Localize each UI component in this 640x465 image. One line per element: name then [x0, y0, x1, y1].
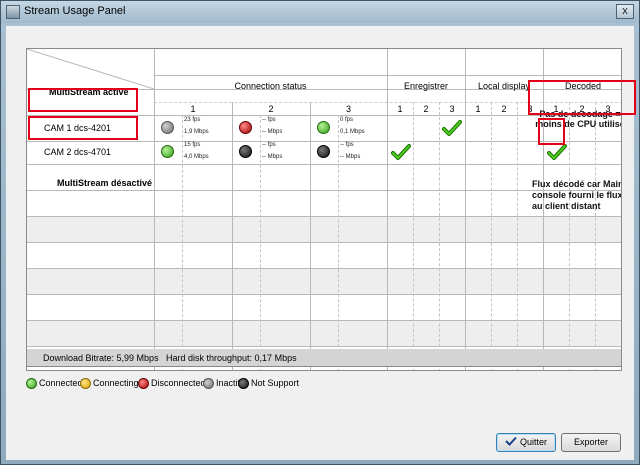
download-bitrate: Download Bitrate: 5,99 Mbps — [43, 353, 159, 363]
cam2-stream3-bitrate: -- Mbps — [340, 154, 361, 160]
conn-col-3: 3 — [345, 104, 351, 114]
divider — [465, 49, 466, 370]
legend-label: Inactif — [216, 378, 241, 388]
cam2-stream1-bitrate: 4,0 Mbps — [184, 154, 209, 160]
cam2-stream2-fps: -- fps — [262, 142, 276, 148]
cam1-stream3-bitrate: 0,1 Mbps — [340, 129, 365, 135]
divider — [154, 49, 155, 370]
cam1-stream1-bitrate: 1,9 Mbps — [184, 129, 209, 135]
title-bar[interactable]: Stream Usage Panel x — [1, 1, 639, 23]
connection-status-header: Connection status — [234, 81, 307, 91]
table-row — [27, 268, 621, 294]
divider — [27, 141, 621, 142]
export-label: Exporter — [573, 437, 608, 447]
divider — [154, 75, 621, 76]
legend-label: Connected — [39, 378, 83, 388]
cam2-stream1-fps: 15 fps — [184, 142, 201, 148]
table-row — [27, 216, 621, 242]
disconnected-icon — [138, 378, 149, 389]
cam2-name[interactable]: CAM 2 dcs-4701 — [44, 147, 111, 157]
cam1-stream2-bitrate: -- Mbps — [262, 129, 283, 135]
decoded-highlight-box — [538, 118, 565, 145]
cam1-highlight-box — [28, 88, 138, 112]
app-icon — [6, 5, 20, 19]
connected-icon — [26, 378, 37, 389]
cam2-decoded1-check-icon[interactable] — [547, 143, 567, 161]
cam2-stream2-status-icon — [239, 145, 252, 158]
divider — [232, 102, 233, 370]
hdd-throughput: Hard disk throughput: 0,17 Mbps — [166, 353, 297, 363]
divider — [413, 102, 414, 370]
legend-label: Connecting — [93, 378, 139, 388]
close-button[interactable]: x — [616, 4, 634, 19]
cam1-record3-check-icon[interactable] — [442, 119, 462, 137]
cam2-stream2-bitrate: -- Mbps — [262, 154, 283, 160]
header-corner-diagonal — [27, 49, 154, 89]
legend-label: Not Support — [251, 378, 300, 388]
record-header: Enregistrer — [403, 81, 448, 91]
divider — [182, 115, 183, 370]
divider — [595, 102, 596, 370]
cam1-stream2-status-icon — [239, 121, 252, 134]
legend-not-support: Not Support — [238, 378, 308, 390]
divider — [27, 346, 621, 347]
inactive-icon — [203, 378, 214, 389]
client-area: MultiStream activé Connection status Enr… — [6, 26, 636, 460]
multistream-inactive-label: MultiStream désactivé — [57, 178, 153, 188]
cam2-record1-check-icon[interactable] — [391, 143, 411, 161]
window-title: Stream Usage Panel — [24, 5, 126, 17]
quit-button[interactable]: Quitter — [496, 433, 556, 452]
cam2-stream3-status-icon — [317, 145, 330, 158]
divider — [338, 115, 339, 370]
cam1-stream3-status-icon — [317, 121, 330, 134]
not-support-icon — [238, 378, 249, 389]
conn-col-2: 2 — [268, 104, 274, 114]
rec-col-1: 1 — [397, 104, 403, 114]
divider — [491, 102, 492, 370]
cam2-stream1-status-icon — [161, 145, 174, 158]
check-icon — [505, 436, 517, 446]
stats-bar: Download Bitrate: 5,99 Mbps Hard disk th… — [26, 349, 622, 367]
divider — [27, 164, 621, 165]
cam2-highlight-box — [28, 116, 138, 140]
decoded-annotation: Flux décodé car Main console fourni le f… — [532, 179, 622, 211]
rec-col-2: 2 — [423, 104, 429, 114]
ld-col-2: 2 — [501, 104, 507, 114]
stream-usage-window: Stream Usage Panel x MultiStream activé … — [0, 0, 640, 465]
cam2-stream3-fps: -- fps — [340, 142, 354, 148]
legend-label: Disconnected — [151, 378, 206, 388]
divider — [27, 268, 621, 269]
divider — [310, 102, 311, 370]
divider — [260, 115, 261, 370]
quit-label: Quitter — [519, 437, 547, 447]
conn-col-1: 1 — [190, 104, 196, 114]
divider — [517, 102, 518, 370]
divider — [569, 102, 570, 370]
divider — [387, 49, 388, 370]
divider — [27, 216, 621, 217]
divider — [27, 320, 621, 321]
no-decoding-highlight-box — [528, 80, 636, 115]
cam1-stream2-fps: -- fps — [262, 117, 276, 123]
ld-col-1: 1 — [475, 104, 481, 114]
cam1-stream1-status-icon — [161, 121, 174, 134]
divider — [439, 102, 440, 370]
rec-col-3: 3 — [449, 104, 455, 114]
connecting-icon — [80, 378, 91, 389]
cam1-stream3-fps: 0 fps — [340, 117, 354, 123]
cam1-stream1-fps: 23 fps — [184, 117, 201, 123]
export-button[interactable]: Exporter — [561, 433, 621, 452]
table-row — [27, 320, 621, 346]
divider — [27, 242, 621, 243]
divider — [27, 294, 621, 295]
